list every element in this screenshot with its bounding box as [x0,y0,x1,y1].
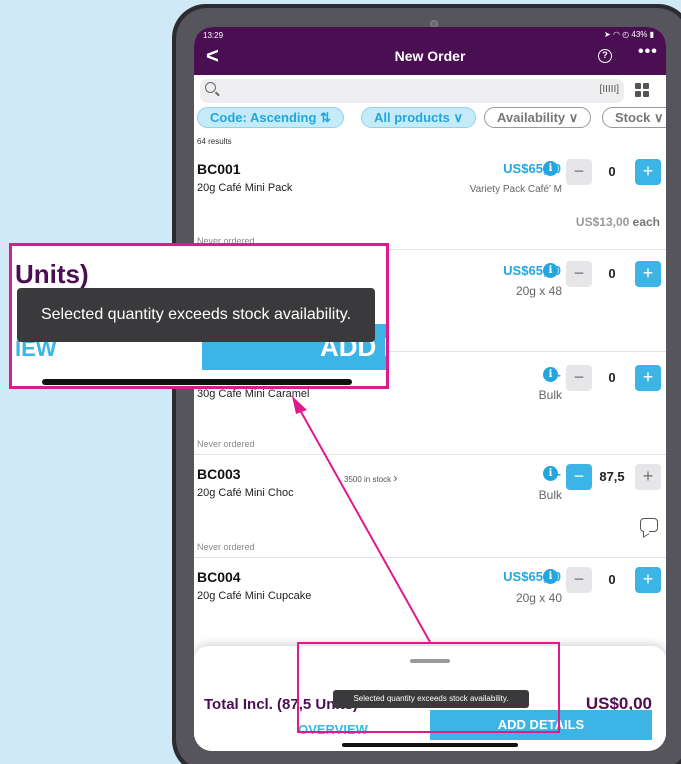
zoom-warning-toast: Selected quantity exceeds stock availabi… [17,288,375,342]
zoom-total-fragment: Units) [15,259,89,289]
zoom-home-indicator [42,379,352,385]
zoom-callout: Units) ADD D IEW Selected quantity excee… [9,243,389,389]
